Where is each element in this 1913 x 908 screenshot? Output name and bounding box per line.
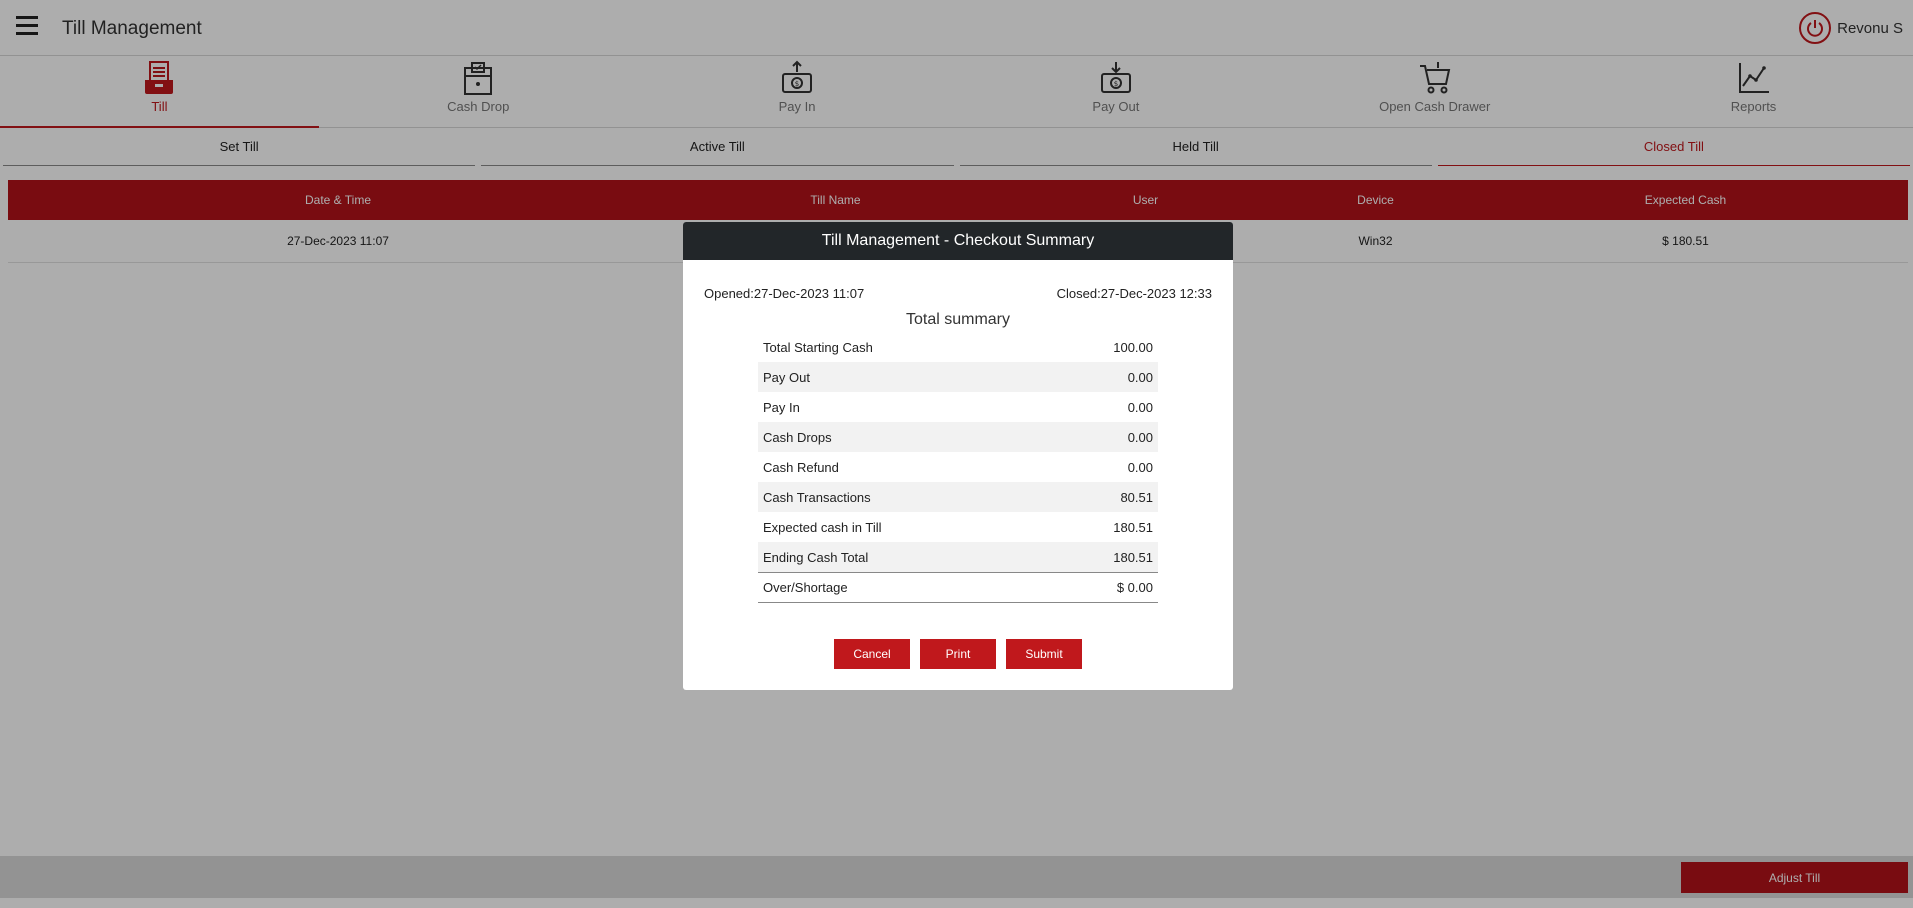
summary-label: Pay In [763,399,800,415]
summary-label: Cash Transactions [763,489,871,505]
till-dates: Opened:27-Dec-2023 11:07 Closed:27-Dec-2… [704,286,1212,301]
summary-row: Cash Drops 0.00 [758,422,1158,452]
checkout-summary-dialog: Till Management - Checkout Summary Opene… [683,222,1233,690]
summary-value: 80.51 [1120,489,1153,505]
summary-label: Total Starting Cash [763,339,873,355]
cancel-button[interactable]: Cancel [834,639,910,669]
over-shortage-value: $ 0.00 [1116,580,1153,595]
summary-row: Ending Cash Total 180.51 [758,542,1158,572]
summary-value: 0.00 [1127,399,1153,415]
summary-label: Cash Refund [763,459,839,475]
summary-value: 0.00 [1127,369,1153,385]
summary-label: Cash Drops [763,429,832,445]
summary-row: Cash Refund 0.00 [758,452,1158,482]
summary-label: Ending Cash Total [763,549,869,565]
summary-value: 180.51 [1113,519,1153,535]
summary-value: 0.00 [1127,459,1153,475]
summary-subtitle: Total summary [905,311,1011,328]
dialog-actions: Cancel Print Submit [683,639,1233,669]
opened-date: Opened:27-Dec-2023 11:07 [704,286,865,301]
summary-label: Pay Out [763,369,810,385]
summary-value: 100.00 [1113,339,1153,355]
summary-row: Total Starting Cash 100.00 [758,332,1158,362]
over-shortage-row: Over/Shortage $ 0.00 [758,572,1158,603]
summary-label: Expected cash in Till [763,519,882,535]
closed-date: Closed:27-Dec-2023 12:33 [1056,286,1212,301]
summary-table: Total Starting Cash 100.00 Pay Out 0.00 Pa… [758,332,1158,603]
summary-label: Over/Shortage [763,580,848,595]
print-button[interactable]: Print [920,639,996,669]
submit-button[interactable]: Submit [1006,639,1082,669]
summary-value: 0.00 [1127,429,1153,445]
summary-value: 180.51 [1113,549,1153,565]
summary-row: Expected cash in Till 180.51 [758,512,1158,542]
summary-row: Pay In 0.00 [758,392,1158,422]
dialog-title: Till Management - Checkout Summary [683,222,1233,260]
summary-row: Cash Transactions 80.51 [758,482,1158,512]
summary-row: Pay Out 0.00 [758,362,1158,392]
